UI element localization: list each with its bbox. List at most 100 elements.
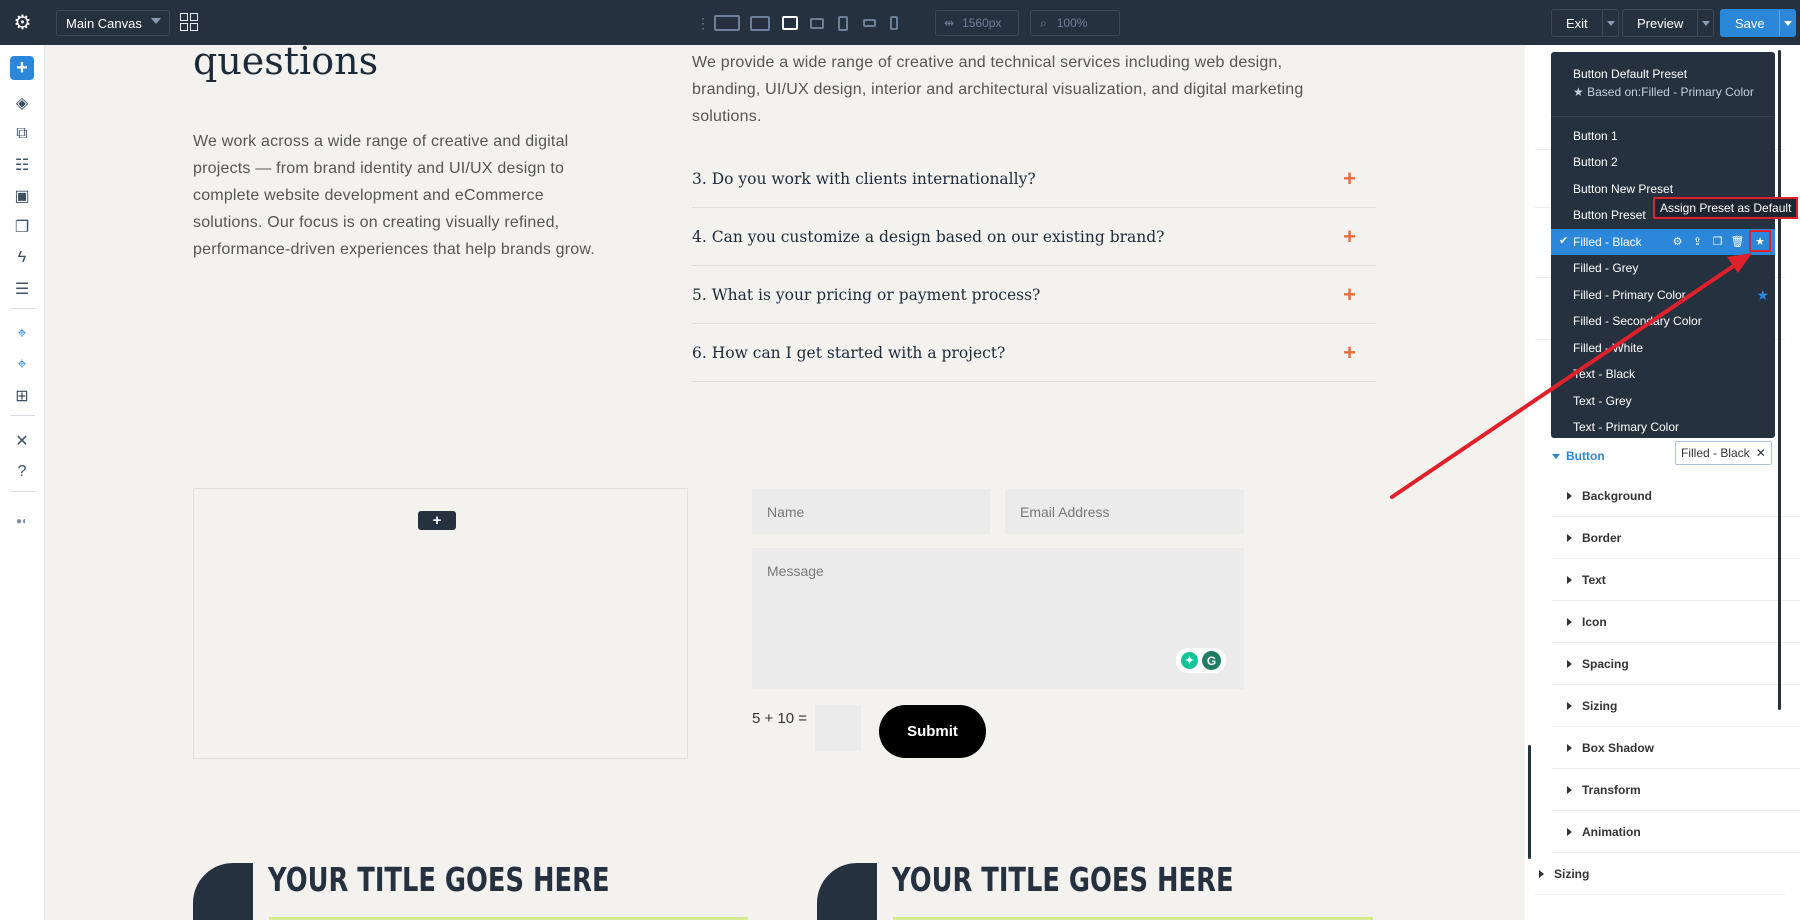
more-vertical-icon[interactable]: ⋮ xyxy=(696,12,710,34)
message-field[interactable]: Message xyxy=(752,548,1244,689)
device-tablet-icon[interactable] xyxy=(830,12,856,34)
name-placeholder: Name xyxy=(767,503,805,520)
faq-item[interactable]: 5. What is your pricing or payment proce… xyxy=(692,266,1376,324)
expand-plus-icon[interactable]: + xyxy=(1343,340,1356,366)
email-field[interactable]: Email Address xyxy=(1005,489,1244,534)
variables-icon[interactable]: ▣ xyxy=(10,184,34,208)
current-preset-tag[interactable]: Filled - Black ✕ xyxy=(1675,441,1772,465)
zoom-input[interactable]: ⌕ 100% xyxy=(1030,10,1120,36)
database-icon[interactable]: ☷ xyxy=(10,153,34,177)
preset-item[interactable]: Filled - White xyxy=(1551,335,1775,361)
captcha-input[interactable] xyxy=(815,705,861,751)
lightning-icon[interactable]: ϟ xyxy=(10,246,34,270)
preview-dropdown-icon[interactable] xyxy=(1697,10,1713,36)
layers-icon[interactable]: ◈ xyxy=(10,91,34,115)
accordion-border[interactable]: Border xyxy=(1552,517,1800,559)
faq-item[interactable]: 6. How can I get started with a project?… xyxy=(692,324,1376,382)
preset-label: Button Preset xyxy=(1573,208,1646,222)
design-library-icon[interactable]: ⧉ xyxy=(10,122,34,146)
grammarly-widget[interactable]: ✦ G xyxy=(1176,648,1226,673)
canvas-width-input[interactable]: ⇹ 1560px xyxy=(935,10,1019,36)
preset-item[interactable]: Filled - Grey xyxy=(1551,255,1775,281)
close-icon[interactable]: ✕ xyxy=(1756,446,1766,460)
based-on-label: ★ Based on:Filled - Primary Color xyxy=(1573,85,1754,99)
accordion-spacing[interactable]: Spacing xyxy=(1552,643,1800,685)
accordion-text[interactable]: Text xyxy=(1552,559,1800,601)
accordion-label: Text xyxy=(1582,572,1606,587)
layout-settings-icon[interactable]: ⊞ xyxy=(10,384,34,408)
canvas-scrollbar[interactable] xyxy=(1528,745,1531,859)
accordion-animation[interactable]: Animation xyxy=(1552,811,1800,853)
caret-right-icon xyxy=(1567,533,1572,542)
accordion-icon[interactable]: Icon xyxy=(1552,601,1800,643)
toggle-mode-icon[interactable]: ●◐ xyxy=(10,509,34,533)
preset-item[interactable]: Filled - Secondary Color xyxy=(1551,308,1775,334)
faq-question: 3. Do you work with clients internationa… xyxy=(692,169,1036,188)
preset-item[interactable]: Text - Grey xyxy=(1551,388,1775,414)
name-field[interactable]: Name xyxy=(752,489,990,534)
grid-view-icon[interactable] xyxy=(180,13,198,31)
device-desktop-large-icon[interactable] xyxy=(710,12,744,34)
device-desktop-icon[interactable] xyxy=(744,12,776,34)
caret-right-icon xyxy=(1567,785,1572,794)
save-dropdown-icon[interactable] xyxy=(1778,10,1795,36)
preset-item[interactable]: Filled - Primary Color ★ xyxy=(1551,282,1775,308)
click-pointer-icon[interactable]: ⌖ xyxy=(10,322,34,346)
zoom-value: 100% xyxy=(1056,16,1088,30)
section-heading: questions xyxy=(193,45,379,83)
preset-export-icon[interactable]: ⇪ xyxy=(1689,232,1706,251)
expand-plus-icon[interactable]: + xyxy=(1343,224,1356,250)
device-desktop-medium-icon[interactable] xyxy=(776,12,804,34)
preset-label: Button New Preset xyxy=(1573,182,1674,196)
accordion-label: Spacing xyxy=(1582,656,1629,671)
preview-button[interactable]: Preview xyxy=(1622,9,1715,37)
device-phone-landscape-icon[interactable] xyxy=(856,12,882,34)
email-placeholder: Email Address xyxy=(1020,503,1110,520)
faq-item[interactable]: 3. Do you work with clients internationa… xyxy=(692,150,1376,208)
accordion-transform[interactable]: Transform xyxy=(1552,769,1800,811)
assign-default-star-icon[interactable]: ★ xyxy=(1749,230,1771,252)
device-tablet-landscape-icon[interactable] xyxy=(804,12,830,34)
exit-button[interactable]: Exit xyxy=(1551,9,1619,37)
accordion-outer-sizing[interactable]: Sizing xyxy=(1535,853,1785,895)
button-section-label: Button xyxy=(1566,449,1605,463)
grammarly-icon[interactable]: G xyxy=(1202,651,1221,670)
add-module-plus-icon[interactable]: + xyxy=(418,511,456,530)
panel-scrollbar[interactable] xyxy=(1778,50,1781,710)
accordion-label: Animation xyxy=(1582,824,1641,839)
default-preset-item[interactable]: Button Default Preset ★ Based on:Filled … xyxy=(1551,52,1775,116)
settings-gear-icon[interactable]: ⚙ xyxy=(0,0,45,45)
device-phone-icon[interactable] xyxy=(882,12,906,34)
preset-duplicate-icon[interactable]: ❐ xyxy=(1709,232,1726,251)
check-icon: ✔ xyxy=(1559,235,1569,247)
preset-item[interactable]: Text - Primary Color xyxy=(1551,414,1775,438)
exit-dropdown-icon[interactable] xyxy=(1601,10,1618,36)
save-button[interactable]: Save xyxy=(1720,9,1796,37)
expand-plus-icon[interactable]: + xyxy=(1343,282,1356,308)
preset-settings-gear-icon[interactable]: ⚙ xyxy=(1669,232,1686,251)
preset-item[interactable]: Button 1 xyxy=(1551,123,1775,149)
preset-actions: ⚙ ⇪ ❐ 🗑 ★ xyxy=(1669,230,1771,252)
faq-item[interactable]: 4. Can you customize a design based on o… xyxy=(692,208,1376,266)
settings-list-icon[interactable]: ☰ xyxy=(10,277,34,301)
multi-select-icon[interactable]: ⌖ xyxy=(10,353,34,377)
preset-item-active[interactable]: ✔ Filled - Black ⚙ ⇪ ❐ 🗑 ★ xyxy=(1551,229,1775,255)
faq-question: 4. Can you customize a design based on o… xyxy=(692,227,1165,246)
expand-plus-icon[interactable]: + xyxy=(1343,166,1356,192)
accordion-sizing[interactable]: Sizing xyxy=(1552,685,1800,727)
help-icon[interactable]: ? xyxy=(10,460,34,484)
assign-default-tooltip: Assign Preset as Default xyxy=(1653,197,1799,219)
tools-icon[interactable]: ✕ xyxy=(10,429,34,453)
canvas-select[interactable]: Main Canvas xyxy=(56,10,170,36)
add-element-icon[interactable]: + xyxy=(10,56,34,80)
submit-label: Submit xyxy=(907,723,958,740)
accordion-background[interactable]: Background xyxy=(1552,475,1800,517)
lightbulb-icon[interactable]: ✦ xyxy=(1181,652,1198,669)
preset-item[interactable]: Text - Black xyxy=(1551,361,1775,387)
intro-paragraph: We work across a wide range of creative … xyxy=(193,133,595,258)
pages-icon[interactable]: ❐ xyxy=(10,215,34,239)
preset-delete-icon[interactable]: 🗑 xyxy=(1729,232,1746,251)
preset-item[interactable]: Button 2 xyxy=(1551,149,1775,175)
submit-button[interactable]: Submit xyxy=(879,705,986,758)
accordion-box-shadow[interactable]: Box Shadow xyxy=(1552,727,1800,769)
